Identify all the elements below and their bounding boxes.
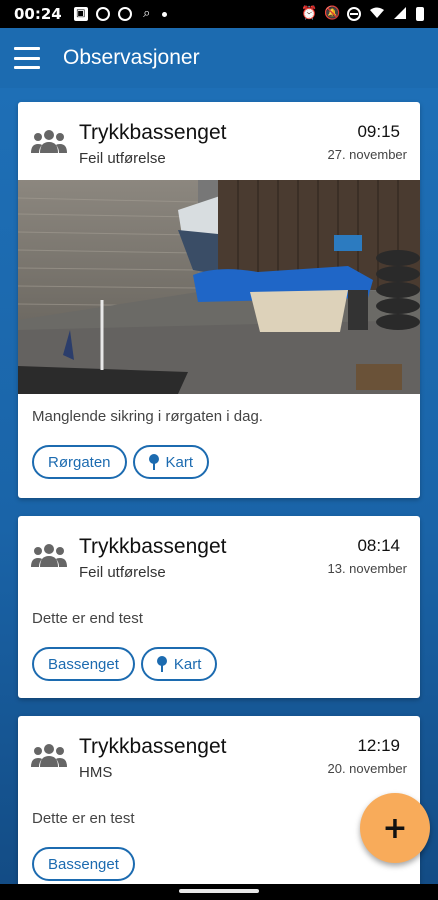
card-chips: Bassenget [18, 847, 420, 881]
card-header: Trykkbassenget HMS 12:19 20. november [18, 716, 420, 794]
alarm-icon: ⏰ [301, 6, 318, 21]
map-pin-icon [156, 656, 167, 672]
card-chips: Rørgaten Kart [18, 445, 420, 479]
location-chip[interactable]: Rørgaten [32, 445, 127, 479]
map-chip[interactable]: Kart [132, 445, 210, 479]
page-title: Observasjoner [63, 46, 200, 69]
card-description: Manglende sikring i rørgaten i dag. [32, 408, 263, 425]
card-category: Feil utførelse [79, 150, 166, 167]
card-date: 20. november [327, 761, 408, 776]
chip-label: Rørgaten [48, 453, 111, 471]
card-description: Dette er end test [32, 610, 143, 627]
do-not-disturb-icon [347, 7, 361, 21]
app-bar: Observasjoner [0, 28, 438, 88]
map-chip[interactable]: Kart [140, 647, 218, 681]
app-icon [95, 7, 110, 21]
group-icon [31, 744, 67, 767]
card-title: Trykkbassenget [79, 535, 227, 558]
search-icon: ⌕ [143, 6, 151, 21]
dot-icon [161, 11, 167, 17]
card-time: 12:19 [357, 736, 400, 755]
observation-photo[interactable] [18, 180, 420, 394]
wifi-icon [370, 7, 384, 21]
group-icon [31, 130, 67, 153]
card-title: Trykkbassenget [79, 121, 227, 144]
card-category: HMS [79, 764, 113, 781]
card-header: Trykkbassenget Feil utførelse 09:15 27. … [18, 102, 420, 180]
map-pin-icon [148, 454, 159, 470]
add-icon: + [382, 810, 408, 846]
card-date: 13. november [327, 561, 408, 576]
observation-list[interactable]: Trykkbassenget Feil utførelse 09:15 27. … [0, 88, 438, 884]
chip-label: Kart [165, 453, 194, 471]
card-category: Feil utførelse [79, 564, 166, 581]
observation-card[interactable]: Trykkbassenget HMS 12:19 20. november De… [18, 716, 420, 884]
card-time: 09:15 [357, 122, 400, 141]
observation-card[interactable]: Trykkbassenget Feil utførelse 08:14 13. … [18, 516, 420, 698]
signal-icon [393, 7, 407, 21]
sim-card-icon: ▣ [73, 7, 88, 21]
add-observation-button[interactable]: + [360, 793, 430, 863]
chip-label: Bassenget [48, 855, 119, 873]
observation-card[interactable]: Trykkbassenget Feil utførelse 09:15 27. … [18, 102, 420, 498]
group-icon [31, 544, 67, 567]
card-header: Trykkbassenget Feil utførelse 08:14 13. … [18, 516, 420, 594]
battery-icon [416, 7, 424, 21]
status-bar: 00:24 ▣ ⌕ ⏰ 🔕 [0, 0, 438, 28]
system-nav-bar [0, 884, 438, 900]
location-chip[interactable]: Bassenget [32, 847, 135, 881]
location-chip[interactable]: Bassenget [32, 647, 135, 681]
chip-label: Kart [173, 655, 202, 673]
status-time: 00:24 [14, 5, 62, 23]
hamburger-menu-icon[interactable] [14, 47, 40, 69]
chip-label: Bassenget [48, 655, 119, 673]
card-chips: Bassenget Kart [18, 647, 420, 681]
card-title: Trykkbassenget [79, 735, 227, 758]
card-date: 27. november [327, 147, 408, 162]
messenger-icon [117, 7, 132, 21]
card-time: 08:14 [357, 536, 400, 555]
home-indicator[interactable] [179, 889, 259, 893]
notifications-off-icon: 🔕 [324, 6, 341, 21]
